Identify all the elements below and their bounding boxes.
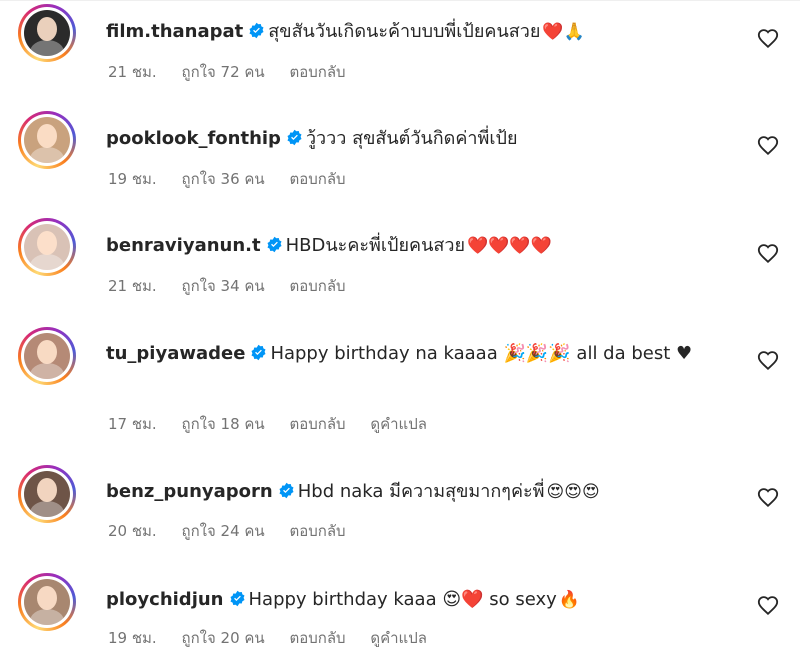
avatar-photo bbox=[24, 579, 70, 625]
reply-button[interactable]: ตอบกลับ bbox=[289, 277, 345, 295]
verified-badge-icon bbox=[287, 129, 302, 146]
verified-badge-icon bbox=[251, 344, 266, 361]
comment-text: สุขสันวันเกิดนะค้าบบบพี่เป้ยคนสวย bbox=[268, 21, 541, 42]
comment-username[interactable]: tu_piyawadee bbox=[106, 343, 245, 364]
comment-text: วู้ววว สุขสันต์วันกิดค่าพี่เป้ย bbox=[305, 128, 518, 149]
comment-text: Hbd naka มีความสุขมากๆค่ะพี่ bbox=[297, 481, 545, 502]
likes-count-link[interactable]: ถูกใจ 36 คน bbox=[181, 170, 264, 188]
like-heart-icon[interactable] bbox=[757, 487, 779, 509]
see-translation-button[interactable]: ดูคำแปล bbox=[370, 415, 427, 433]
like-heart-icon[interactable] bbox=[757, 595, 779, 617]
reply-button[interactable]: ตอบกลับ bbox=[289, 522, 345, 540]
reply-button[interactable]: ตอบกลับ bbox=[289, 170, 345, 188]
comment-time: 20 ชม. bbox=[108, 522, 157, 540]
avatar-photo bbox=[24, 333, 70, 379]
comment-time: 21 ชม. bbox=[108, 63, 157, 81]
like-heart-icon[interactable] bbox=[757, 243, 779, 265]
avatar[interactable] bbox=[18, 465, 76, 523]
likes-count-link[interactable]: ถูกใจ 34 คน bbox=[181, 277, 264, 295]
avatar[interactable] bbox=[18, 327, 76, 385]
verified-badge-icon bbox=[229, 590, 245, 607]
comment-text: HBDนะคะพี่เป้ยคนสวย bbox=[285, 235, 466, 256]
avatar-photo bbox=[24, 117, 70, 163]
comment-username[interactable]: film.thanapat bbox=[106, 21, 243, 42]
avatar-photo bbox=[24, 224, 70, 270]
reply-button[interactable]: ตอบกลับ bbox=[289, 629, 345, 647]
comment-time: 19 ชม. bbox=[108, 629, 157, 647]
avatar-photo bbox=[24, 10, 70, 56]
comment-text: Happy birthday kaaa 😍❤️ so sexy bbox=[248, 589, 557, 610]
comment-username[interactable]: benraviyanun.t bbox=[106, 235, 261, 256]
comment-username[interactable]: pooklook_fonthip bbox=[106, 128, 281, 149]
comment-time: 19 ชม. bbox=[108, 170, 157, 188]
likes-count-link[interactable]: ถูกใจ 72 คน bbox=[181, 63, 264, 81]
like-heart-icon[interactable] bbox=[757, 28, 779, 50]
reply-button[interactable]: ตอบกลับ bbox=[289, 63, 345, 81]
comment-username[interactable]: ploychidjun bbox=[106, 589, 224, 610]
comment-emojis: 😍😍😍 bbox=[546, 482, 600, 502]
avatar[interactable] bbox=[18, 111, 76, 169]
reply-button[interactable]: ตอบกลับ bbox=[289, 415, 345, 433]
comment-emojis: ❤️🙏 bbox=[542, 22, 585, 42]
top-divider bbox=[0, 0, 800, 1]
comment-emojis: ❤️❤️❤️❤️ bbox=[467, 236, 552, 256]
likes-count-link[interactable]: ถูกใจ 20 คน bbox=[181, 629, 264, 647]
likes-count-link[interactable]: ถูกใจ 24 คน bbox=[181, 522, 264, 540]
like-heart-icon[interactable] bbox=[757, 350, 779, 372]
verified-badge-icon bbox=[279, 482, 294, 499]
comment-time: 17 ชม. bbox=[108, 415, 157, 433]
likes-count-link[interactable]: ถูกใจ 18 คน bbox=[181, 415, 264, 433]
avatar[interactable] bbox=[18, 573, 76, 631]
comment-time: 21 ชม. bbox=[108, 277, 157, 295]
avatar[interactable] bbox=[18, 218, 76, 276]
avatar-photo bbox=[24, 471, 70, 517]
comment-emojis: 🔥 bbox=[558, 590, 580, 610]
verified-badge-icon bbox=[267, 236, 282, 253]
like-heart-icon[interactable] bbox=[757, 135, 779, 157]
see-translation-button[interactable]: ดูคำแปล bbox=[370, 629, 427, 647]
comment-text: Happy birthday na kaaaa 🎉🎉🎉 all da best … bbox=[270, 343, 693, 364]
avatar[interactable] bbox=[18, 4, 76, 62]
verified-badge-icon bbox=[249, 22, 264, 39]
comment-username[interactable]: benz_punyaporn bbox=[106, 481, 273, 502]
